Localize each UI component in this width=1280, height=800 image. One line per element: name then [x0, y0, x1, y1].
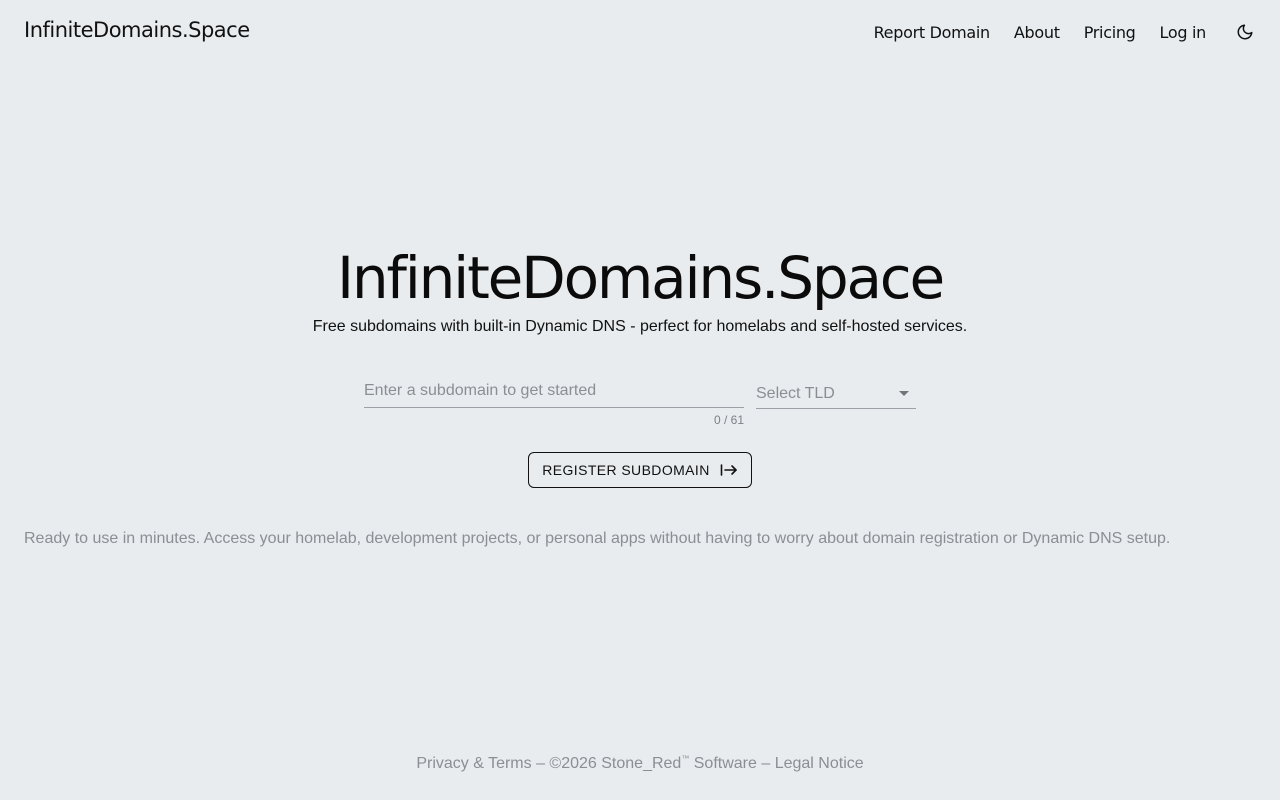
- nav-log-in[interactable]: Log in: [1160, 23, 1207, 42]
- tld-select[interactable]: Select TLD: [756, 378, 916, 409]
- tagline-text: Ready to use in minutes. Access your hom…: [24, 530, 1171, 547]
- main-nav: Report Domain About Pricing Log in: [874, 18, 1256, 46]
- register-button-label: REGISTER SUBDOMAIN: [542, 462, 710, 478]
- theme-toggle-button[interactable]: [1234, 21, 1256, 43]
- moon-icon: [1237, 24, 1253, 40]
- caret-down-icon: [899, 391, 909, 396]
- copyright-text: ©2026 Stone_Red: [549, 755, 682, 772]
- privacy-terms-link[interactable]: Privacy & Terms: [416, 755, 531, 772]
- hero-section: InfiniteDomains.Space Free subdomains wi…: [0, 240, 1280, 336]
- subdomain-input[interactable]: [364, 378, 744, 408]
- copyright-suffix: Software: [689, 755, 757, 772]
- subdomain-field: 0 / 61: [364, 378, 744, 427]
- nav-about[interactable]: About: [1014, 23, 1060, 42]
- nav-pricing[interactable]: Pricing: [1084, 23, 1136, 42]
- hero-subtitle: Free subdomains with built-in Dynamic DN…: [312, 318, 968, 335]
- footer-separator: –: [531, 755, 550, 772]
- legal-notice-link[interactable]: Legal Notice: [775, 755, 864, 772]
- register-form: 0 / 61 Select TLD: [364, 378, 916, 428]
- character-counter: 0 / 61: [713, 413, 744, 427]
- register-subdomain-button[interactable]: REGISTER SUBDOMAIN: [528, 452, 752, 488]
- brand-logo-link[interactable]: InfiniteDomains.Space: [24, 18, 250, 42]
- footer: Privacy & Terms – ©2026 Stone_Red™ Softw…: [0, 754, 1280, 773]
- top-bar: InfiniteDomains.Space Report Domain Abou…: [0, 0, 1280, 64]
- footer-separator: –: [756, 755, 775, 772]
- arrow-right-to-bar-icon: [720, 463, 738, 477]
- tld-select-label: Select TLD: [756, 385, 835, 402]
- hero-title: InfiniteDomains.Space: [337, 244, 945, 312]
- nav-report-domain[interactable]: Report Domain: [874, 23, 991, 42]
